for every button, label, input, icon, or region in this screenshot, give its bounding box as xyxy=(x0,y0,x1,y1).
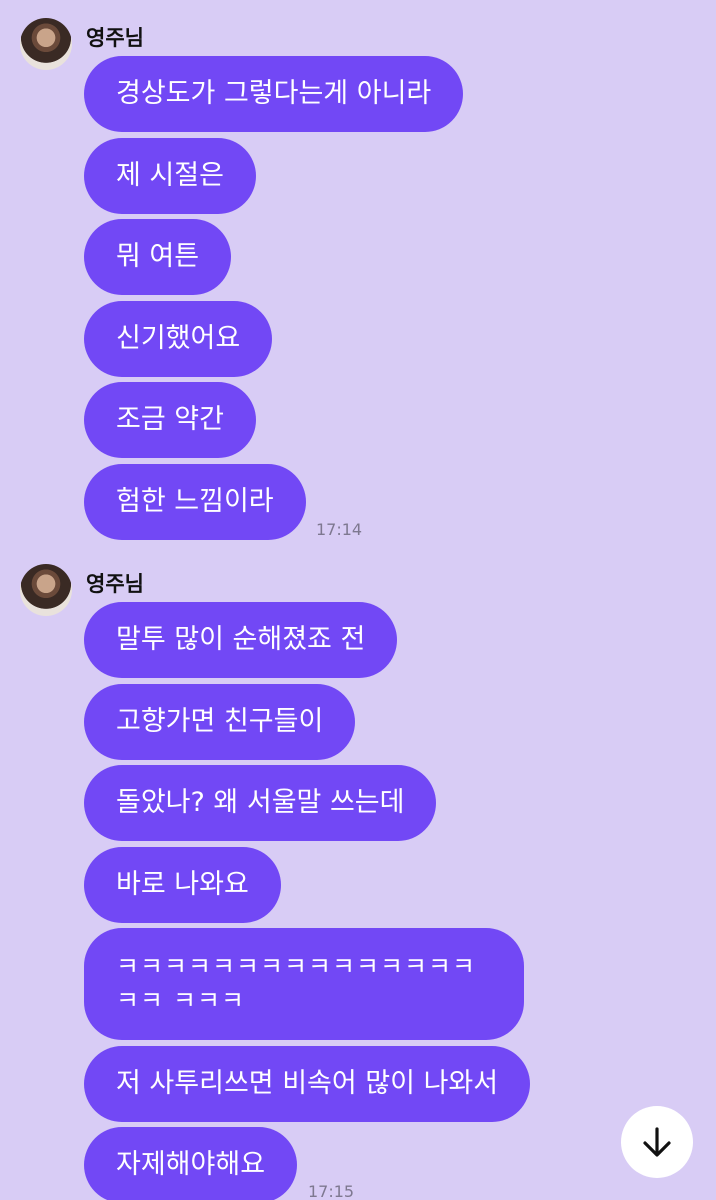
message-bubble[interactable]: 고향가면 친구들이 xyxy=(84,684,356,760)
sender-name: 영주님 xyxy=(86,572,144,596)
avatar[interactable] xyxy=(20,18,72,70)
message-bubble[interactable]: 바로 나와요 xyxy=(84,847,281,923)
message-bubble[interactable]: 험한 느낌이라 xyxy=(84,464,306,540)
message-bubble[interactable]: 돌았나? 왜 서울말 쓰는데 xyxy=(84,765,437,841)
message-bubble[interactable]: 경상도가 그렇다는게 아니라 xyxy=(84,56,464,132)
scroll-to-bottom-button[interactable] xyxy=(621,1106,693,1178)
message-bubble[interactable]: 제 시절은 xyxy=(84,138,256,214)
message-bubble[interactable]: ㅋㅋㅋㅋㅋㅋㅋㅋㅋㅋㅋㅋㅋㅋㅋㅋㅋ ㅋㅋㅋ xyxy=(84,928,524,1040)
message-bubble[interactable]: 저 사투리쓰면 비속어 많이 나와서 xyxy=(84,1046,531,1122)
chat-view: 영주님 경상도가 그렇다는게 아니라 제 시절은 뭐 여튼 신기했어요 조금 약… xyxy=(0,0,716,1200)
message-timestamp: 17:15 xyxy=(308,1182,355,1200)
sender-name: 영주님 xyxy=(86,26,144,50)
message-bubble[interactable]: 조금 약간 xyxy=(84,382,256,458)
message-timestamp: 17:14 xyxy=(316,520,363,539)
avatar[interactable] xyxy=(20,564,72,616)
message-bubble[interactable]: 자제해야해요 xyxy=(84,1127,298,1200)
message-bubble[interactable]: 신기했어요 xyxy=(84,301,273,377)
message-bubble[interactable]: 말투 많이 순해졌죠 전 xyxy=(84,602,398,678)
message-bubble[interactable]: 뭐 여튼 xyxy=(84,219,232,295)
arrow-down-icon xyxy=(643,1127,671,1157)
